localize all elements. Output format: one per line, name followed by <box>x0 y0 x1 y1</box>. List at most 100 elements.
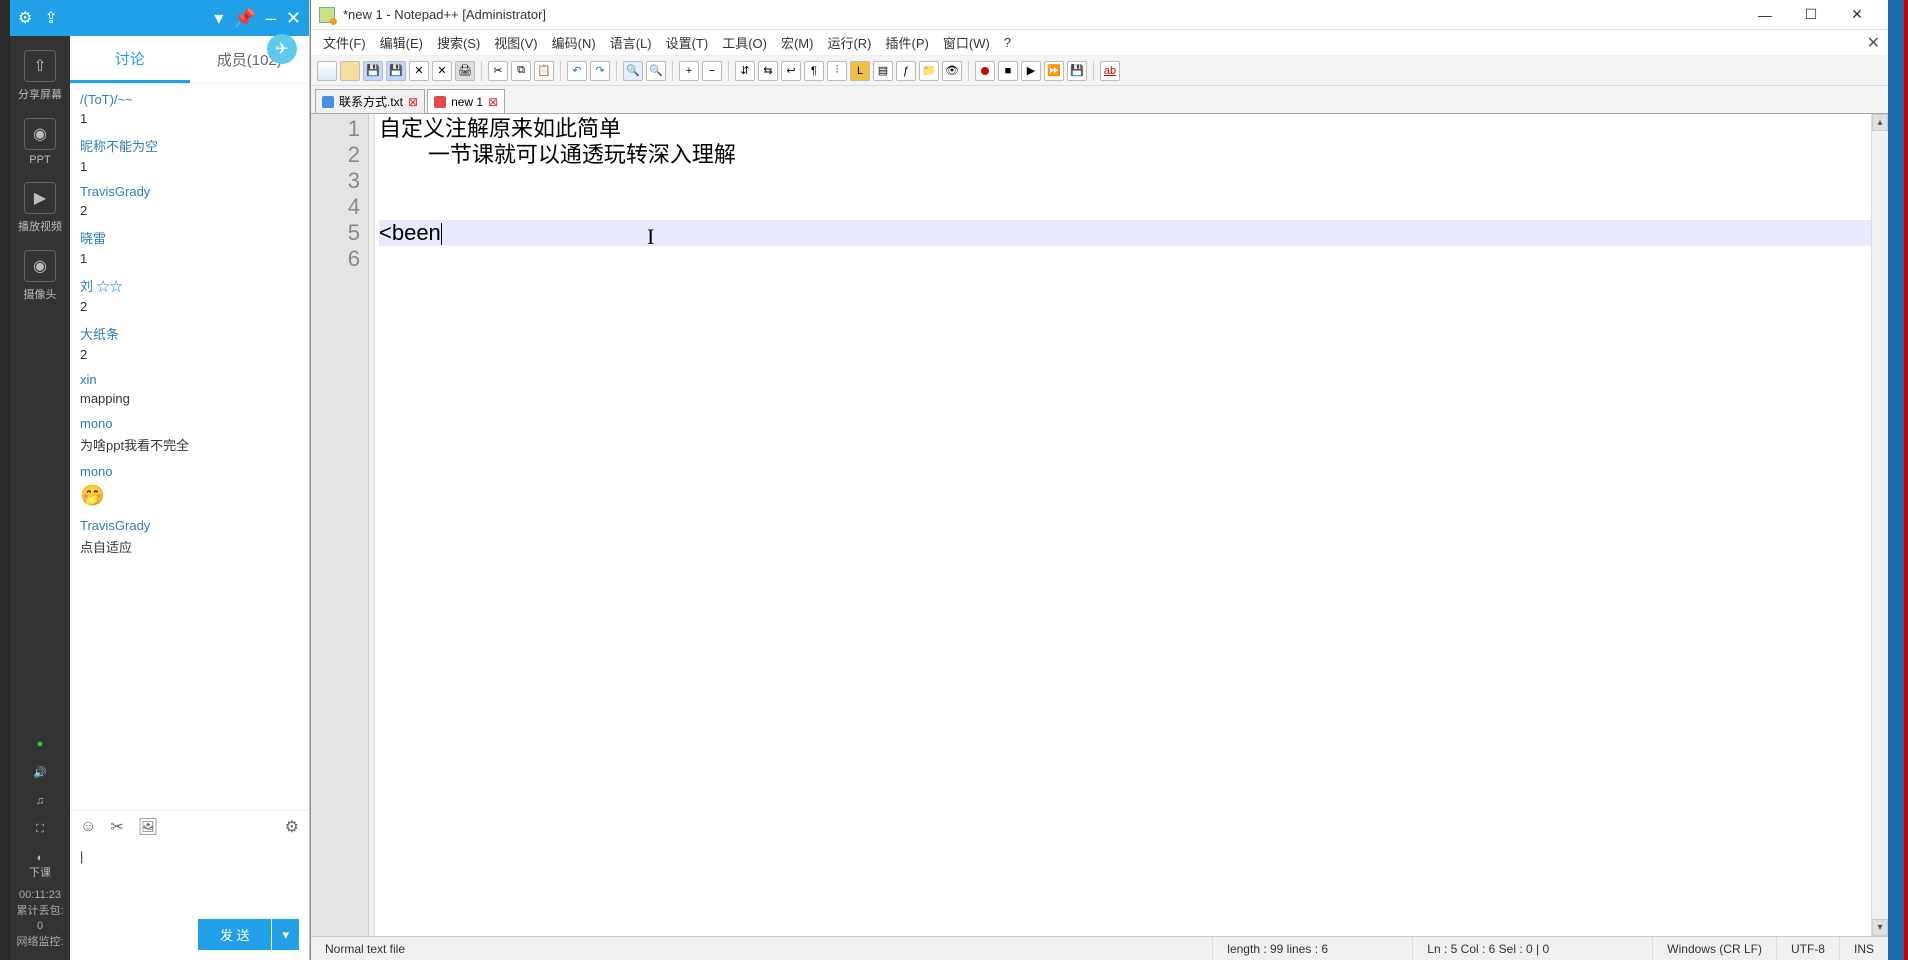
npp-editor: 1 2 3 4 5 6 自定义注解原来如此简单 一节课就可以通透玩转深入理解 <… <box>311 114 1888 936</box>
cut-icon[interactable]: ✂ <box>488 61 508 81</box>
settings-icon[interactable]: ⚙ <box>18 8 32 28</box>
undo-icon[interactable]: ↶ <box>567 61 587 81</box>
scroll-up-icon[interactable]: ▴ <box>1872 114 1888 131</box>
menu-edit[interactable]: 编辑(E) <box>374 31 429 54</box>
tab-close-icon[interactable]: ⊠ <box>408 95 418 109</box>
menu-window[interactable]: 窗口(W) <box>937 31 996 54</box>
chat-message: TravisGrady点自适应 <box>80 518 299 556</box>
menu-close-icon[interactable]: ✕ <box>1867 33 1880 53</box>
chat-message: 昵称不能为空1 <box>80 136 299 174</box>
paste-icon[interactable]: 📋 <box>534 61 554 81</box>
msg-body: 2 <box>80 347 299 362</box>
play-multi-icon[interactable]: ⏩ <box>1044 61 1064 81</box>
menu-run[interactable]: 运行(R) <box>821 31 877 54</box>
dropdown-icon[interactable]: ▾ <box>214 8 223 29</box>
wrap-icon[interactable]: ↩ <box>781 61 801 81</box>
play-macro-icon[interactable]: ▶ <box>1021 61 1041 81</box>
status-encoding[interactable]: UTF-8 <box>1777 937 1840 960</box>
sync-h-icon[interactable]: ⇆ <box>758 61 778 81</box>
status-eol[interactable]: Windows (CR LF) <box>1653 937 1777 960</box>
end-class[interactable]: ◐ 下课 <box>29 852 51 880</box>
music-icon[interactable]: ♫ <box>36 795 44 807</box>
menu-macro[interactable]: 宏(M) <box>775 31 820 54</box>
chat-input[interactable]: | <box>70 843 309 913</box>
maximize-button[interactable]: ☐ <box>1788 0 1834 30</box>
sync-v-icon[interactable]: ⇵ <box>735 61 755 81</box>
menu-language[interactable]: 语言(L) <box>604 31 658 54</box>
menu-help[interactable]: ? <box>998 33 1017 52</box>
copy-icon[interactable]: ⧉ <box>511 61 531 81</box>
tool-ppt[interactable]: ◉ PPT <box>24 118 56 166</box>
doc-map-icon[interactable]: ▤ <box>873 61 893 81</box>
npp-titlebar[interactable]: *new 1 - Notepad++ [Administrator] — ☐ ✕ <box>311 0 1888 30</box>
save-icon[interactable]: 💾 <box>363 61 383 81</box>
fullscreen-icon[interactable]: ⛶ <box>36 823 44 836</box>
save-all-icon[interactable]: 💾 <box>386 61 406 81</box>
zoom-out-icon[interactable]: − <box>702 61 722 81</box>
menu-file[interactable]: 文件(F) <box>317 31 372 54</box>
monitor-icon[interactable]: 👁 <box>942 61 962 81</box>
menu-plugins[interactable]: 插件(P) <box>880 31 935 54</box>
menu-encoding[interactable]: 编码(N) <box>546 31 602 54</box>
msg-body: 🤭 <box>80 483 299 508</box>
line-number: 5 <box>313 220 360 246</box>
minimize-button[interactable]: – <box>266 8 276 29</box>
tool-play-video[interactable]: ▶ 播放视频 <box>18 182 62 234</box>
lang-icon[interactable]: L <box>850 61 870 81</box>
print-icon[interactable]: 🖨 <box>455 61 475 81</box>
folder-icon[interactable]: 📁 <box>919 61 939 81</box>
emoji-icon[interactable]: ☺ <box>80 818 96 836</box>
chat-message: 晓雷1 <box>80 228 299 266</box>
speaker-icon[interactable]: 🔊 <box>33 766 47 779</box>
close-all-icon[interactable]: ✕ <box>432 61 452 81</box>
send-button[interactable]: 发 送 <box>198 919 272 950</box>
menu-view[interactable]: 视图(V) <box>488 31 543 54</box>
close-button[interactable]: ✕ <box>286 8 301 29</box>
line-number: 3 <box>313 168 360 194</box>
menu-tools[interactable]: 工具(O) <box>716 31 773 54</box>
indent-guide-icon[interactable]: ⫶ <box>827 61 847 81</box>
chat-message-list[interactable]: /(ToT)/~~1 昵称不能为空1 TravisGrady2 晓雷1 刘 ☆☆… <box>70 84 309 810</box>
show-all-icon[interactable]: ¶ <box>804 61 824 81</box>
document-tab[interactable]: 联系方式.txt ⊠ <box>315 89 425 113</box>
close-file-icon[interactable]: ✕ <box>409 61 429 81</box>
scroll-down-icon[interactable]: ▾ <box>1872 919 1888 936</box>
replace-icon[interactable]: 🔍 <box>646 61 666 81</box>
image-icon[interactable]: 🖼 <box>138 817 158 837</box>
share-icon[interactable]: ⇪ <box>44 8 57 28</box>
menu-search[interactable]: 搜索(S) <box>431 31 486 54</box>
tool-share-screen[interactable]: ⇧ 分享屏幕 <box>18 50 62 102</box>
find-icon[interactable]: 🔍 <box>623 61 643 81</box>
msg-body: 2 <box>80 203 299 218</box>
pin-icon[interactable]: 📌 <box>233 8 255 29</box>
open-file-icon[interactable] <box>340 61 360 81</box>
input-settings-icon[interactable]: ⚙ <box>285 817 299 837</box>
tab-close-icon[interactable]: ⊠ <box>488 95 498 109</box>
vertical-scrollbar[interactable]: ▴ ▾ <box>1871 114 1888 936</box>
msg-username: 晓雷 <box>80 228 299 247</box>
send-more-button[interactable]: ▾ <box>272 919 299 950</box>
tool-label: 播放视频 <box>18 218 62 234</box>
spellcheck-icon[interactable]: ab <box>1100 61 1120 81</box>
save-macro-icon[interactable]: 💾 <box>1067 61 1087 81</box>
close-button[interactable]: ✕ <box>1834 0 1880 30</box>
status-insert-mode[interactable]: INS <box>1840 937 1888 960</box>
telegram-icon[interactable]: ✈ <box>267 34 297 64</box>
menu-settings[interactable]: 设置(T) <box>660 31 715 54</box>
redo-icon[interactable]: ↷ <box>590 61 610 81</box>
record-icon[interactable] <box>975 61 995 81</box>
minimize-button[interactable]: — <box>1742 0 1788 30</box>
msg-username: 大纸条 <box>80 324 299 343</box>
scissors-icon[interactable]: ✂ <box>110 817 123 837</box>
document-tab[interactable]: new 1 ⊠ <box>427 89 505 113</box>
tab-discussion[interactable]: 讨论 <box>70 36 190 83</box>
right-edge-marker <box>1904 0 1908 960</box>
new-file-icon[interactable] <box>317 61 337 81</box>
zoom-in-icon[interactable]: + <box>679 61 699 81</box>
func-list-icon[interactable]: ƒ <box>896 61 916 81</box>
chat-message: 刘 ☆☆2 <box>80 276 299 314</box>
toolbar-separator <box>481 61 482 81</box>
code-area[interactable]: 自定义注解原来如此简单 一节课就可以通透玩转深入理解 <been I <box>375 114 1888 936</box>
stop-record-icon[interactable]: ■ <box>998 61 1018 81</box>
tool-camera[interactable]: ◉ 摄像头 <box>24 250 57 302</box>
